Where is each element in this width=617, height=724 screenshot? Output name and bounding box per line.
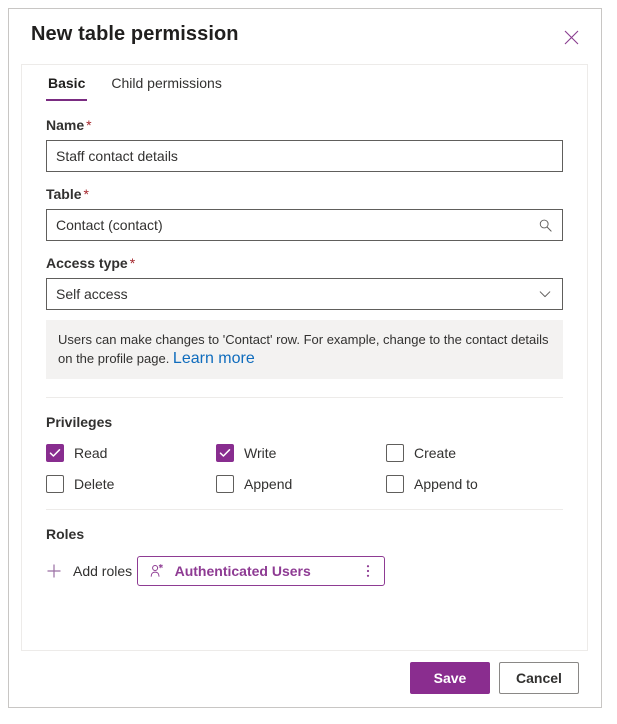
close-icon [564,30,579,45]
form-body: Name * Staff contact details Table * Conta… [22,101,587,591]
search-icon[interactable] [536,210,554,240]
cancel-button[interactable]: Cancel [499,662,579,694]
privilege-write[interactable]: Write [216,444,386,462]
privileges-grid: Read Write Create Delete Append Append t… [46,444,563,493]
tab-child-permissions[interactable]: Child permissions [109,74,223,101]
page-title: New table permission [31,23,239,45]
tab-list: Basic Child permissions [22,65,587,101]
privilege-create-label: Create [414,445,457,461]
name-input[interactable]: Staff contact details [46,140,563,172]
privilege-append-to[interactable]: Append to [386,475,563,493]
table-lookup-input[interactable]: Contact (contact) [46,209,563,241]
access-type-required-marker: * [129,255,136,271]
save-button[interactable]: Save [410,662,490,694]
divider-privileges [46,397,563,398]
dialog-footer: Save Cancel [9,649,601,707]
content-card: Basic Child permissions Name * Staff cont… [21,64,588,651]
table-input-value: Contact (contact) [56,217,163,233]
role-chip-authenticated-users[interactable]: Authenticated Users [136,556,385,586]
name-label: Name * [46,115,563,140]
privilege-write-label: Write [244,445,277,461]
checkbox-write[interactable] [216,444,234,462]
table-required-marker: * [83,186,89,202]
field-name: Name * Staff contact details [46,115,563,172]
privilege-append-label: Append [244,476,293,492]
privileges-title: Privileges [46,414,113,430]
access-type-label: Access type * [46,253,563,278]
checkbox-append-to[interactable] [386,475,404,493]
learn-more-link[interactable]: Learn more [173,350,255,367]
table-label-text: Table [46,186,82,202]
privilege-read[interactable]: Read [46,444,216,462]
roles-title: Roles [46,526,85,542]
access-type-label-text: Access type [46,255,128,271]
more-vertical-icon[interactable] [360,560,376,582]
chevron-down-icon[interactable] [536,279,554,309]
privilege-delete-label: Delete [74,476,115,492]
access-type-info-box: Users can make changes to 'Contact' row.… [46,320,563,379]
tab-basic[interactable]: Basic [46,74,88,101]
person-icon [149,563,165,579]
privilege-read-label: Read [74,445,108,461]
name-label-text: Name [46,117,85,133]
privilege-append[interactable]: Append [216,475,386,493]
divider-roles [46,509,563,510]
name-required-marker: * [86,117,92,133]
checkbox-delete[interactable] [46,475,64,493]
name-input-value: Staff contact details [56,148,178,164]
checkbox-read[interactable] [46,444,64,462]
plus-icon [46,563,62,579]
access-type-dropdown[interactable]: Self access [46,278,563,310]
field-access-type: Access type * Self access [46,253,563,310]
add-roles-button[interactable]: Add roles [46,562,132,580]
role-chip-label: Authenticated Users [174,563,311,579]
close-button[interactable] [555,21,587,53]
info-text: Users can make changes to 'Contact' row.… [58,332,549,366]
add-roles-label: Add roles [73,563,133,579]
access-type-value: Self access [56,286,128,302]
checkbox-append[interactable] [216,475,234,493]
new-table-permission-dialog: New table permission Basic Child permiss… [8,8,602,708]
table-label: Table * [46,184,563,209]
privilege-delete[interactable]: Delete [46,475,216,493]
dialog-header: New table permission [9,9,601,59]
checkbox-create[interactable] [386,444,404,462]
field-table: Table * Contact (contact) [46,184,563,241]
privilege-append-to-label: Append to [414,476,478,492]
privilege-create[interactable]: Create [386,444,563,462]
